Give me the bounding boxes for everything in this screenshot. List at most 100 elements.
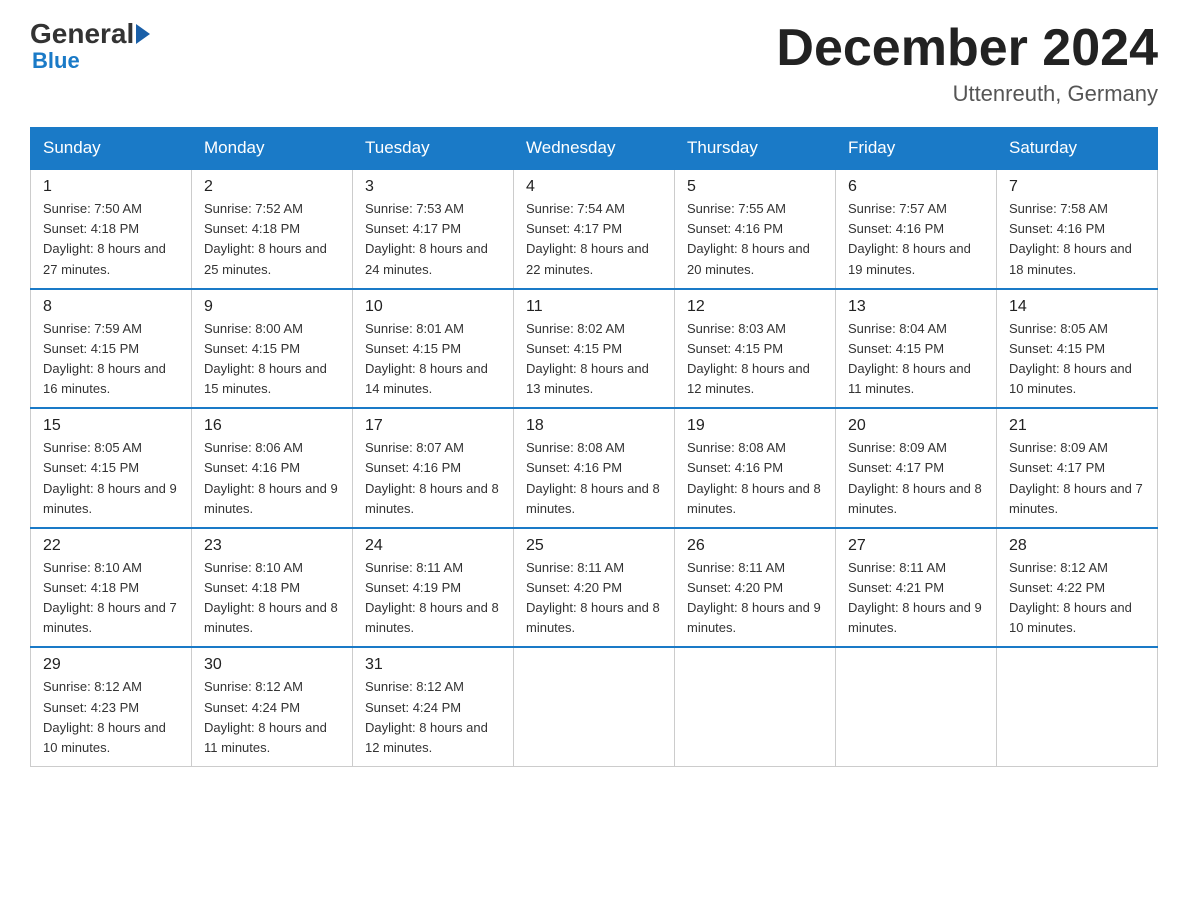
day-number: 16: [204, 417, 340, 435]
header-wednesday: Wednesday: [514, 128, 675, 170]
day-info: Sunrise: 7:52 AMSunset: 4:18 PMDaylight:…: [204, 199, 340, 280]
day-info: Sunrise: 8:07 AMSunset: 4:16 PMDaylight:…: [365, 438, 501, 519]
calendar-cell: 9 Sunrise: 8:00 AMSunset: 4:15 PMDayligh…: [192, 289, 353, 409]
day-info: Sunrise: 8:12 AMSunset: 4:23 PMDaylight:…: [43, 677, 179, 758]
calendar-cell: [514, 647, 675, 766]
calendar-cell: 20 Sunrise: 8:09 AMSunset: 4:17 PMDaylig…: [836, 408, 997, 528]
calendar-cell: 19 Sunrise: 8:08 AMSunset: 4:16 PMDaylig…: [675, 408, 836, 528]
day-info: Sunrise: 7:54 AMSunset: 4:17 PMDaylight:…: [526, 199, 662, 280]
page-header: General Blue December 2024 Uttenreuth, G…: [30, 20, 1158, 107]
day-number: 22: [43, 537, 179, 555]
day-info: Sunrise: 8:04 AMSunset: 4:15 PMDaylight:…: [848, 319, 984, 400]
day-number: 2: [204, 178, 340, 196]
day-info: Sunrise: 7:57 AMSunset: 4:16 PMDaylight:…: [848, 199, 984, 280]
day-info: Sunrise: 8:12 AMSunset: 4:22 PMDaylight:…: [1009, 558, 1145, 639]
header-friday: Friday: [836, 128, 997, 170]
calendar-cell: 10 Sunrise: 8:01 AMSunset: 4:15 PMDaylig…: [353, 289, 514, 409]
calendar-cell: 4 Sunrise: 7:54 AMSunset: 4:17 PMDayligh…: [514, 169, 675, 289]
calendar-cell: 14 Sunrise: 8:05 AMSunset: 4:15 PMDaylig…: [997, 289, 1158, 409]
calendar-cell: 17 Sunrise: 8:07 AMSunset: 4:16 PMDaylig…: [353, 408, 514, 528]
day-number: 5: [687, 178, 823, 196]
day-number: 4: [526, 178, 662, 196]
day-number: 24: [365, 537, 501, 555]
calendar-cell: 26 Sunrise: 8:11 AMSunset: 4:20 PMDaylig…: [675, 528, 836, 648]
calendar-cell: 30 Sunrise: 8:12 AMSunset: 4:24 PMDaylig…: [192, 647, 353, 766]
day-number: 3: [365, 178, 501, 196]
day-info: Sunrise: 8:05 AMSunset: 4:15 PMDaylight:…: [43, 438, 179, 519]
week-row-1: 1 Sunrise: 7:50 AMSunset: 4:18 PMDayligh…: [31, 169, 1158, 289]
day-number: 12: [687, 298, 823, 316]
day-info: Sunrise: 8:10 AMSunset: 4:18 PMDaylight:…: [204, 558, 340, 639]
week-row-2: 8 Sunrise: 7:59 AMSunset: 4:15 PMDayligh…: [31, 289, 1158, 409]
day-number: 31: [365, 656, 501, 674]
day-info: Sunrise: 8:02 AMSunset: 4:15 PMDaylight:…: [526, 319, 662, 400]
logo-blue-text: Blue: [32, 48, 80, 74]
day-info: Sunrise: 8:08 AMSunset: 4:16 PMDaylight:…: [687, 438, 823, 519]
calendar-cell: 16 Sunrise: 8:06 AMSunset: 4:16 PMDaylig…: [192, 408, 353, 528]
day-number: 1: [43, 178, 179, 196]
logo-general-text: General: [30, 20, 134, 48]
day-info: Sunrise: 8:08 AMSunset: 4:16 PMDaylight:…: [526, 438, 662, 519]
day-number: 20: [848, 417, 984, 435]
day-info: Sunrise: 8:12 AMSunset: 4:24 PMDaylight:…: [365, 677, 501, 758]
week-row-5: 29 Sunrise: 8:12 AMSunset: 4:23 PMDaylig…: [31, 647, 1158, 766]
logo-arrow-icon: [136, 24, 150, 44]
day-info: Sunrise: 8:10 AMSunset: 4:18 PMDaylight:…: [43, 558, 179, 639]
day-info: Sunrise: 8:12 AMSunset: 4:24 PMDaylight:…: [204, 677, 340, 758]
calendar-cell: 27 Sunrise: 8:11 AMSunset: 4:21 PMDaylig…: [836, 528, 997, 648]
calendar-cell: 13 Sunrise: 8:04 AMSunset: 4:15 PMDaylig…: [836, 289, 997, 409]
day-number: 28: [1009, 537, 1145, 555]
day-info: Sunrise: 7:50 AMSunset: 4:18 PMDaylight:…: [43, 199, 179, 280]
day-info: Sunrise: 7:55 AMSunset: 4:16 PMDaylight:…: [687, 199, 823, 280]
header-saturday: Saturday: [997, 128, 1158, 170]
day-number: 8: [43, 298, 179, 316]
day-number: 15: [43, 417, 179, 435]
day-number: 11: [526, 298, 662, 316]
day-info: Sunrise: 8:11 AMSunset: 4:20 PMDaylight:…: [687, 558, 823, 639]
calendar-cell: 3 Sunrise: 7:53 AMSunset: 4:17 PMDayligh…: [353, 169, 514, 289]
location-title: Uttenreuth, Germany: [776, 81, 1158, 107]
calendar-cell: 1 Sunrise: 7:50 AMSunset: 4:18 PMDayligh…: [31, 169, 192, 289]
calendar-cell: 7 Sunrise: 7:58 AMSunset: 4:16 PMDayligh…: [997, 169, 1158, 289]
calendar-cell: [836, 647, 997, 766]
day-number: 9: [204, 298, 340, 316]
day-info: Sunrise: 8:01 AMSunset: 4:15 PMDaylight:…: [365, 319, 501, 400]
day-info: Sunrise: 7:58 AMSunset: 4:16 PMDaylight:…: [1009, 199, 1145, 280]
calendar-cell: 25 Sunrise: 8:11 AMSunset: 4:20 PMDaylig…: [514, 528, 675, 648]
day-info: Sunrise: 8:06 AMSunset: 4:16 PMDaylight:…: [204, 438, 340, 519]
day-info: Sunrise: 8:09 AMSunset: 4:17 PMDaylight:…: [1009, 438, 1145, 519]
header-sunday: Sunday: [31, 128, 192, 170]
calendar-cell: 12 Sunrise: 8:03 AMSunset: 4:15 PMDaylig…: [675, 289, 836, 409]
calendar-cell: 29 Sunrise: 8:12 AMSunset: 4:23 PMDaylig…: [31, 647, 192, 766]
day-number: 13: [848, 298, 984, 316]
day-info: Sunrise: 8:11 AMSunset: 4:20 PMDaylight:…: [526, 558, 662, 639]
title-block: December 2024 Uttenreuth, Germany: [776, 20, 1158, 107]
day-number: 23: [204, 537, 340, 555]
day-number: 30: [204, 656, 340, 674]
day-info: Sunrise: 7:53 AMSunset: 4:17 PMDaylight:…: [365, 199, 501, 280]
day-number: 18: [526, 417, 662, 435]
day-info: Sunrise: 7:59 AMSunset: 4:15 PMDaylight:…: [43, 319, 179, 400]
header-thursday: Thursday: [675, 128, 836, 170]
day-number: 26: [687, 537, 823, 555]
calendar-table: SundayMondayTuesdayWednesdayThursdayFrid…: [30, 127, 1158, 767]
calendar-cell: 22 Sunrise: 8:10 AMSunset: 4:18 PMDaylig…: [31, 528, 192, 648]
calendar-cell: 8 Sunrise: 7:59 AMSunset: 4:15 PMDayligh…: [31, 289, 192, 409]
day-info: Sunrise: 8:11 AMSunset: 4:21 PMDaylight:…: [848, 558, 984, 639]
day-number: 14: [1009, 298, 1145, 316]
calendar-cell: 18 Sunrise: 8:08 AMSunset: 4:16 PMDaylig…: [514, 408, 675, 528]
calendar-cell: 28 Sunrise: 8:12 AMSunset: 4:22 PMDaylig…: [997, 528, 1158, 648]
day-info: Sunrise: 8:03 AMSunset: 4:15 PMDaylight:…: [687, 319, 823, 400]
calendar-cell: [997, 647, 1158, 766]
day-number: 29: [43, 656, 179, 674]
calendar-cell: 6 Sunrise: 7:57 AMSunset: 4:16 PMDayligh…: [836, 169, 997, 289]
day-number: 25: [526, 537, 662, 555]
day-info: Sunrise: 8:00 AMSunset: 4:15 PMDaylight:…: [204, 319, 340, 400]
calendar-cell: 2 Sunrise: 7:52 AMSunset: 4:18 PMDayligh…: [192, 169, 353, 289]
day-number: 7: [1009, 178, 1145, 196]
day-info: Sunrise: 8:05 AMSunset: 4:15 PMDaylight:…: [1009, 319, 1145, 400]
week-row-3: 15 Sunrise: 8:05 AMSunset: 4:15 PMDaylig…: [31, 408, 1158, 528]
header-tuesday: Tuesday: [353, 128, 514, 170]
day-info: Sunrise: 8:11 AMSunset: 4:19 PMDaylight:…: [365, 558, 501, 639]
month-title: December 2024: [776, 20, 1158, 77]
